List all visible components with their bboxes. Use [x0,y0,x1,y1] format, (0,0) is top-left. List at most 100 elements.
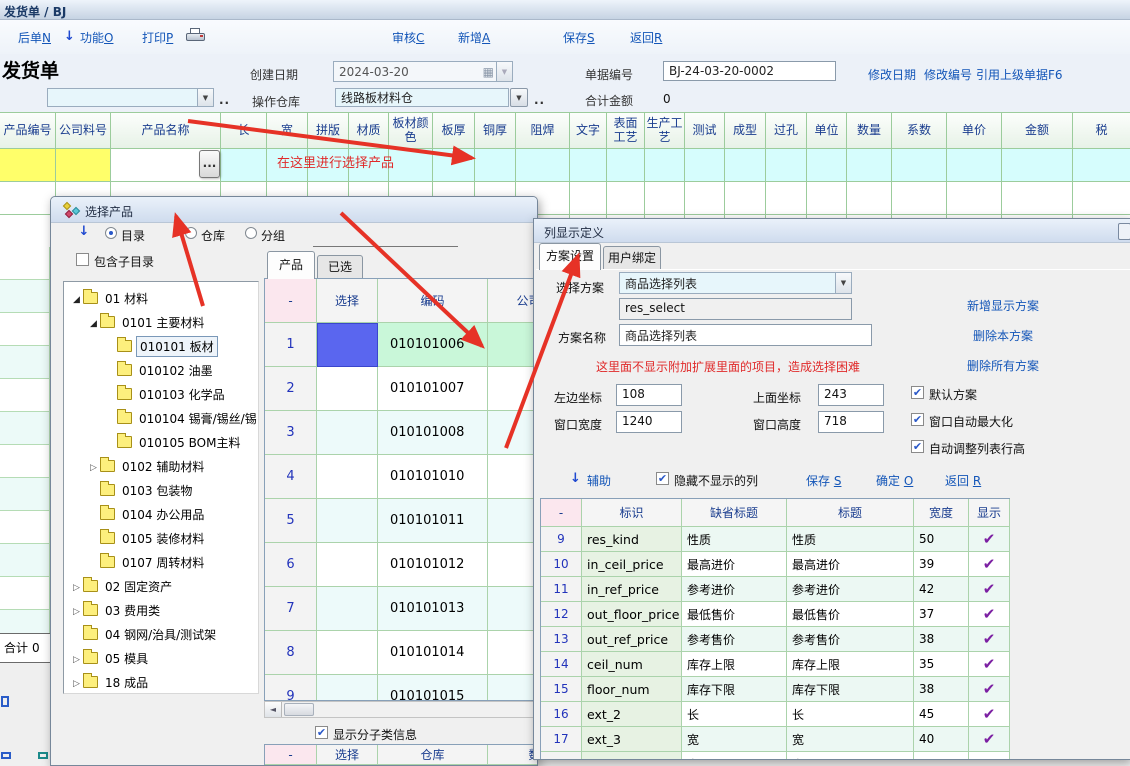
hide-hidden-cols-checkbox[interactable] [656,472,669,485]
coldef-id-cell[interactable]: ext_3 [582,727,682,752]
expander-icon[interactable] [70,579,83,593]
main-grid-header-cell[interactable]: 阻焊 [516,113,570,149]
product-col-select[interactable]: 选择 [317,279,378,323]
warehouse-more-button[interactable]: .. [534,93,545,107]
header-combo-dropdown-icon[interactable]: ▼ [197,89,213,106]
main-grid-header-cell[interactable]: 税 [1073,113,1130,149]
tree-node[interactable]: 010102 油墨 [64,358,258,382]
col-visible[interactable]: 显示 [969,499,1010,527]
radio-group[interactable] [245,227,257,239]
product-code-cell[interactable]: 010101006 [378,323,488,367]
tab-scheme-settings[interactable]: 方案设置 [539,243,601,270]
main-grid-cell[interactable] [570,149,607,182]
main-grid-cell[interactable] [1073,182,1130,215]
coldef-id-cell[interactable]: res_kind [582,527,682,552]
header-combo[interactable]: ▼ [47,88,214,107]
calendar-icon[interactable]: ▦ [483,65,494,79]
main-grid-header-cell[interactable]: 宽 [267,113,308,149]
expander-icon[interactable] [70,651,83,665]
column-def-row[interactable]: 14 ceil_num 库存上限 库存上限 35 ✔ [541,652,1009,677]
product-company-cell[interactable] [488,455,538,499]
product-row[interactable]: 4 010101010 [265,455,538,499]
win-height-input[interactable]: 718 [818,411,884,433]
tab-user-binding[interactable]: 用户绑定 [603,246,661,270]
coldef-width-cell[interactable]: 50 [914,527,969,552]
main-grid-cell[interactable] [807,149,847,182]
stock-col-select[interactable]: 选择 [317,745,378,765]
main-grid-header-cell[interactable]: 公司料号 [56,113,111,149]
main-grid-header-cell[interactable]: 数量 [847,113,892,149]
column-def-row[interactable]: 17 ext_3 宽 宽 40 ✔ [541,727,1009,752]
col-id[interactable]: 标识 [582,499,682,527]
tree-node[interactable]: 0104 办公用品 [64,502,258,526]
product-code-cell[interactable]: 010101012 [378,543,488,587]
product-row[interactable]: 9 010101015 [265,675,538,701]
main-grid-cell[interactable] [433,149,475,182]
main-grid-header-cell[interactable]: 铜厚 [475,113,516,149]
main-grid-cell[interactable] [607,182,645,215]
select-dialog-titlebar[interactable]: 选择产品 [51,197,537,223]
print-button[interactable]: 打印P [142,29,173,46]
coldef-ok-button[interactable]: 确定 O [876,472,913,489]
coldef-save-button[interactable]: 保存 S [806,472,841,489]
product-code-cell[interactable]: 010101013 [378,587,488,631]
add-button[interactable]: 新增A [458,29,490,46]
main-grid-header-cell[interactable]: 系数 [892,113,947,149]
coldef-id-cell[interactable]: in_ref_price [582,577,682,602]
main-grid-cell[interactable] [1002,149,1073,182]
column-def-row[interactable]: 11 in_ref_price 参考进价 参考进价 42 ✔ [541,577,1009,602]
expander-icon[interactable] [70,291,83,305]
tree-node-label[interactable]: 0104 办公用品 [119,505,207,524]
product-select-cell[interactable] [317,411,378,455]
radio-catalog-label[interactable]: 目录 [121,227,145,244]
product-select-cell[interactable] [317,323,378,367]
main-grid-header-cell[interactable]: 板厚 [433,113,475,149]
category-tree[interactable]: 01 材料 0101 主要材料 010101 板材 010102 油墨 [63,281,259,694]
delete-scheme-link[interactable]: 删除本方案 [973,327,1033,344]
main-grid-cell[interactable] [221,149,267,182]
scheme-dropdown-icon[interactable]: ▼ [835,273,851,293]
coldef-title-cell[interactable]: 参考售价 [787,627,914,652]
tree-node-label[interactable]: 04 钢网/治具/测试架 [102,625,219,644]
scheme-combo[interactable]: 商品选择列表 ▼ [619,272,852,294]
coldef-row-index[interactable]: 15 [541,677,582,702]
product-company-cell[interactable] [488,631,538,675]
main-grid-cell[interactable] [645,182,685,215]
product-row[interactable]: 7 010101013 [265,587,538,631]
column-def-row[interactable]: 18 ext_4 高 高 ✔ [541,752,1009,760]
coldef-width-cell[interactable]: 37 [914,602,969,627]
stock-col-warehouse[interactable]: 仓库 [378,745,488,765]
main-grid-cell[interactable] [56,149,111,182]
col-width[interactable]: 宽度 [914,499,969,527]
column-def-row[interactable]: 12 out_floor_price 最低售价 最低售价 37 ✔ [541,602,1009,627]
delete-all-schemes-link[interactable]: 删除所有方案 [967,357,1039,374]
coldef-width-cell[interactable]: 40 [914,727,969,752]
coldef-row-index[interactable]: 14 [541,652,582,677]
tree-node[interactable]: 18 成品 [64,670,258,694]
coldef-visible-cell[interactable]: ✔ [969,527,1010,552]
coldef-id-cell[interactable]: out_ref_price [582,627,682,652]
warehouse-combo[interactable]: 线路板材料仓 [335,88,509,107]
default-scheme-checkbox[interactable] [911,386,924,399]
tree-node-label[interactable]: 010101 板材 [136,336,218,357]
coldef-visible-cell[interactable]: ✔ [969,602,1010,627]
scroll-left-icon[interactable]: ◄ [265,702,282,717]
column-def-row[interactable]: 9 res_kind 性质 性质 50 ✔ [541,527,1009,552]
tree-node-label[interactable]: 010103 化学品 [136,385,228,404]
tree-node[interactable]: 010104 锡膏/锡丝/锡 [64,406,258,430]
main-grid-header-cell[interactable]: 产品名称 [111,113,221,149]
main-grid-header-cell[interactable]: 单位 [807,113,847,149]
tree-node-label[interactable]: 02 固定资产 [102,577,175,596]
tab-products[interactable]: 产品 [267,251,315,279]
tree-node[interactable]: 0102 辅助材料 [64,454,258,478]
coldef-default-title-cell[interactable]: 参考进价 [682,577,787,602]
main-grid-header-cell[interactable]: 测试 [685,113,725,149]
product-picker-button[interactable]: ... [199,150,220,178]
product-row-index[interactable]: 1 [265,323,317,367]
product-row[interactable]: 6 010101012 [265,543,538,587]
tree-node[interactable]: 01 材料 [64,286,258,310]
coldef-visible-cell[interactable]: ✔ [969,752,1010,760]
coldef-default-title-cell[interactable]: 库存下限 [682,677,787,702]
product-col-code[interactable]: 编码 [378,279,488,323]
product-code-cell[interactable]: 010101008 [378,411,488,455]
